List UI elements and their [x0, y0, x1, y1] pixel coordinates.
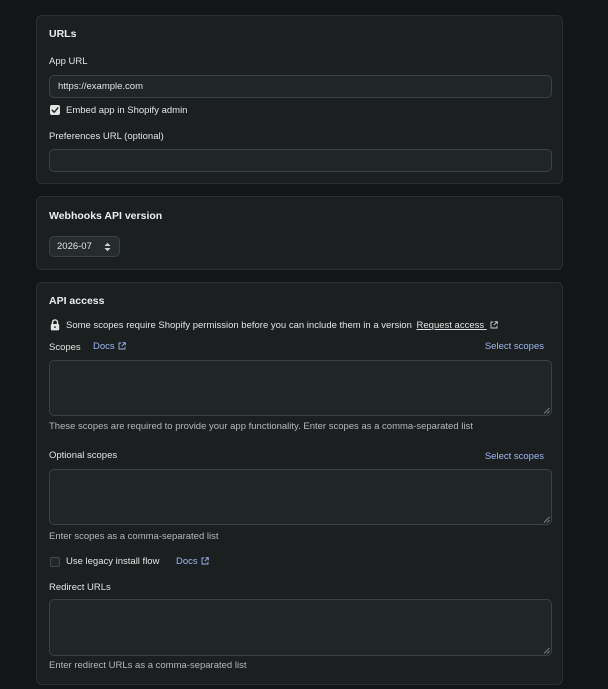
api-version-value: 2026-07	[57, 241, 92, 252]
webhooks-card: Webhooks API version 2026-07	[36, 196, 563, 270]
external-link-icon	[201, 557, 209, 565]
request-access-link[interactable]: Request access	[417, 320, 487, 331]
preferences-url-input[interactable]	[49, 149, 552, 172]
select-arrows-icon	[104, 242, 111, 252]
request-access-label: Request access	[416, 320, 485, 331]
notice-text: Some scopes require Shopify permission b…	[66, 320, 412, 331]
api-version-select[interactable]: 2026-07	[49, 236, 120, 257]
app-url-input[interactable]: https://example.com	[49, 75, 552, 98]
legacy-docs-label: Docs	[176, 556, 198, 567]
urls-heading: URLs	[49, 28, 77, 40]
scopes-textarea[interactable]	[49, 360, 552, 416]
urls-card: URLs App URL https://example.com Embed a…	[36, 15, 563, 184]
legacy-install-checkbox[interactable]	[50, 557, 60, 567]
embed-app-label[interactable]: Embed app in Shopify admin	[66, 105, 187, 116]
legacy-docs-link[interactable]: Docs	[176, 556, 209, 567]
external-link-icon	[118, 342, 126, 350]
optional-select-scopes-button[interactable]: Select scopes	[485, 451, 544, 462]
scopes-permission-notice: Some scopes require Shopify permission b…	[66, 320, 498, 331]
optional-scopes-help-text: Enter scopes as a comma-separated list	[49, 531, 219, 542]
resize-handle-icon[interactable]	[543, 407, 550, 414]
checkmark-icon	[51, 107, 59, 113]
legacy-install-label[interactable]: Use legacy install flow	[66, 556, 159, 567]
app-url-label: App URL	[49, 56, 88, 67]
external-link-icon	[490, 321, 498, 329]
scopes-help-text: These scopes are required to provide you…	[49, 421, 473, 432]
scopes-docs-link[interactable]: Docs	[93, 341, 126, 352]
webhooks-heading: Webhooks API version	[49, 210, 163, 222]
redirect-urls-textarea[interactable]	[49, 599, 552, 656]
preferences-url-label: Preferences URL (optional)	[49, 131, 164, 142]
optional-scopes-textarea[interactable]	[49, 469, 552, 525]
app-url-value: https://example.com	[58, 81, 144, 92]
optional-scopes-label: Optional scopes	[49, 450, 118, 461]
select-scopes-button[interactable]: Select scopes	[485, 341, 544, 352]
scopes-label: Scopes	[49, 342, 81, 353]
embed-app-checkbox[interactable]	[50, 105, 60, 115]
redirect-urls-label: Redirect URLs	[49, 582, 111, 593]
scopes-docs-label: Docs	[93, 341, 115, 352]
resize-handle-icon[interactable]	[543, 647, 550, 654]
lock-icon	[50, 319, 60, 331]
redirect-urls-help-text: Enter redirect URLs as a comma-separated…	[49, 660, 247, 671]
api-access-heading: API access	[49, 295, 105, 307]
api-access-card: API access Some scopes require Shopify p…	[36, 282, 563, 685]
resize-handle-icon[interactable]	[543, 516, 550, 523]
